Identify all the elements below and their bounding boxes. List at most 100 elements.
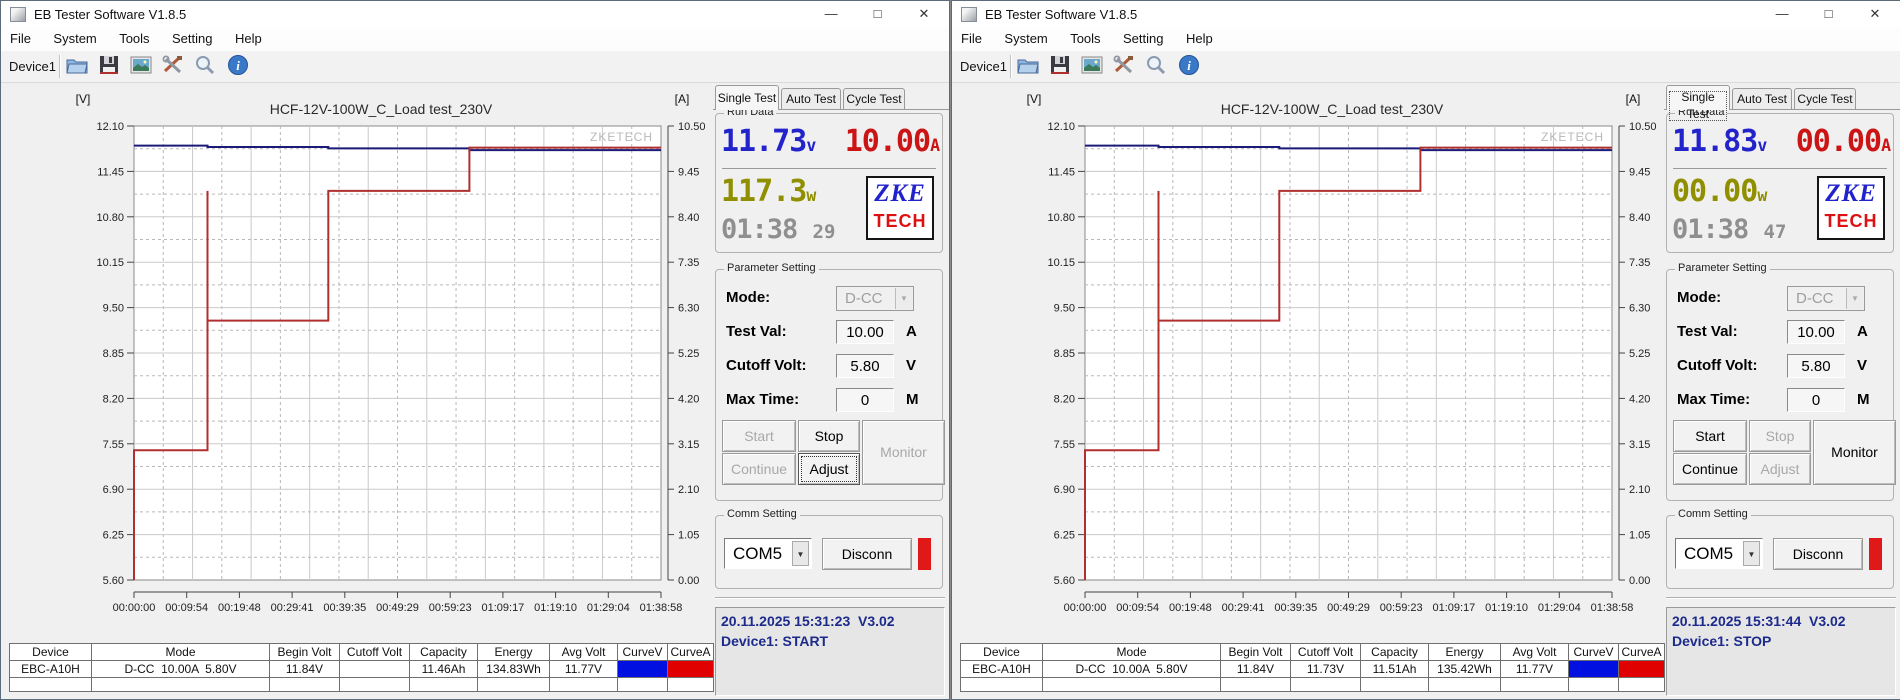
status-line-event: Device1: START bbox=[721, 633, 829, 649]
parameter-setting-group: Parameter Setting Mode: D-CC ▼ Test Val: … bbox=[1666, 262, 1896, 501]
svg-text:4.20: 4.20 bbox=[678, 393, 699, 405]
open-file-icon[interactable] bbox=[1016, 54, 1042, 80]
picture-export-icon[interactable] bbox=[1080, 54, 1106, 80]
stop-button[interactable]: Stop bbox=[798, 420, 860, 452]
toolbar-separator bbox=[1010, 55, 1012, 78]
continue-button[interactable]: Continue bbox=[1673, 453, 1747, 485]
svg-text:9.45: 9.45 bbox=[1629, 166, 1650, 178]
menu-tools[interactable]: Tools bbox=[1061, 27, 1109, 50]
chevron-down-icon[interactable]: ▼ bbox=[895, 288, 912, 309]
test-val-input[interactable]: 10.00 bbox=[1787, 320, 1845, 344]
test-val-input[interactable]: 10.00 bbox=[836, 320, 894, 344]
menu-file[interactable]: File bbox=[952, 27, 991, 50]
save-icon[interactable] bbox=[1048, 54, 1074, 80]
disconnect-button[interactable]: Disconn bbox=[822, 538, 912, 570]
menu-help[interactable]: Help bbox=[1177, 27, 1222, 50]
max-time-input[interactable]: 0 bbox=[1787, 388, 1845, 412]
svg-text:5.25: 5.25 bbox=[1629, 348, 1650, 360]
tab-auto-test[interactable]: Auto Test bbox=[1732, 88, 1792, 109]
max-time-input[interactable]: 0 bbox=[836, 388, 894, 412]
tab-single-test[interactable]: Single Test bbox=[715, 85, 779, 110]
continue-button[interactable]: Continue bbox=[722, 453, 796, 485]
info-icon[interactable]: i bbox=[1178, 54, 1204, 80]
svg-text:10.50: 10.50 bbox=[1629, 121, 1657, 133]
info-icon[interactable]: i bbox=[227, 54, 253, 80]
minimize-button[interactable]: — bbox=[1761, 1, 1803, 27]
mode-label: Mode: bbox=[1677, 289, 1722, 306]
svg-text:HCF-12V-100W_C_Load test_230V: HCF-12V-100W_C_Load test_230V bbox=[270, 101, 493, 117]
close-button[interactable]: ✕ bbox=[1854, 1, 1896, 27]
tools-icon[interactable] bbox=[1112, 54, 1138, 80]
svg-text:1.05: 1.05 bbox=[678, 530, 699, 542]
svg-text:9.45: 9.45 bbox=[678, 166, 699, 178]
menu-file[interactable]: File bbox=[1, 27, 40, 50]
zoom-icon[interactable] bbox=[1144, 54, 1170, 80]
current-display: 10.00A bbox=[844, 124, 940, 159]
save-icon[interactable] bbox=[97, 54, 123, 80]
tab-cycle-test[interactable]: Cycle Test bbox=[843, 88, 905, 109]
svg-text:01:09:17: 01:09:17 bbox=[1432, 602, 1475, 614]
curve-a-swatch bbox=[1618, 660, 1665, 678]
menu-setting[interactable]: Setting bbox=[1114, 27, 1172, 50]
svg-text:00:19:48: 00:19:48 bbox=[1169, 602, 1212, 614]
svg-text:00:19:48: 00:19:48 bbox=[218, 602, 261, 614]
cutoff-volt-label: Cutoff Volt: bbox=[1677, 357, 1758, 374]
svg-text:7.35: 7.35 bbox=[678, 257, 699, 269]
tab-auto-test[interactable]: Auto Test bbox=[781, 88, 841, 109]
device-label: Device1 bbox=[960, 59, 1007, 74]
curve-a-swatch bbox=[667, 660, 714, 678]
svg-text:10.15: 10.15 bbox=[96, 257, 124, 269]
svg-text:6.25: 6.25 bbox=[103, 530, 124, 542]
start-button[interactable]: Start bbox=[722, 420, 796, 452]
minimize-button[interactable]: — bbox=[810, 1, 852, 27]
display-divider bbox=[1673, 168, 1887, 169]
chevron-down-icon[interactable]: ▼ bbox=[1743, 541, 1760, 566]
close-button[interactable]: ✕ bbox=[903, 1, 945, 27]
com-port-select[interactable]: COM5 ▼ bbox=[724, 538, 812, 569]
zoom-icon[interactable] bbox=[193, 54, 219, 80]
menu-tools[interactable]: Tools bbox=[110, 27, 158, 50]
svg-text:01:19:10: 01:19:10 bbox=[1485, 602, 1528, 614]
mode-select[interactable]: D-CC ▼ bbox=[836, 286, 914, 311]
open-file-icon[interactable] bbox=[65, 54, 91, 80]
svg-text:5.60: 5.60 bbox=[1054, 575, 1075, 587]
com-port-select[interactable]: COM5 ▼ bbox=[1675, 538, 1763, 569]
maximize-button[interactable]: □ bbox=[1808, 1, 1850, 27]
tab-single-test[interactable]: Single Test bbox=[1666, 85, 1730, 121]
monitor-button[interactable]: Monitor bbox=[862, 420, 945, 485]
svg-text:01:09:17: 01:09:17 bbox=[481, 602, 524, 614]
table-row: EBC-A10H D-CC 10.00A 5.80V 11.84V 11.46A… bbox=[9, 660, 714, 678]
mode-select[interactable]: D-CC ▼ bbox=[1787, 286, 1865, 311]
maximize-button[interactable]: □ bbox=[857, 1, 899, 27]
tools-icon[interactable] bbox=[161, 54, 187, 80]
device-label: Device1 bbox=[9, 59, 56, 74]
svg-text:2.10: 2.10 bbox=[678, 484, 699, 496]
cutoff-volt-input[interactable]: 5.80 bbox=[836, 354, 894, 378]
svg-text:10.15: 10.15 bbox=[1047, 257, 1075, 269]
svg-text:10.80: 10.80 bbox=[96, 212, 124, 224]
menu-help[interactable]: Help bbox=[226, 27, 271, 50]
disconnect-button[interactable]: Disconn bbox=[1773, 538, 1863, 570]
svg-text:HCF-12V-100W_C_Load test_230V: HCF-12V-100W_C_Load test_230V bbox=[1221, 101, 1444, 117]
stop-button[interactable]: Stop bbox=[1749, 420, 1811, 452]
cutoff-volt-input[interactable]: 5.80 bbox=[1787, 354, 1845, 378]
menu-system[interactable]: System bbox=[995, 27, 1056, 50]
run-data-group: Run Data 11.73v 10.00A 117.3w 01:38 29 Z… bbox=[715, 106, 943, 253]
table-header-row: Device Mode Begin Volt Cutoff Volt Capac… bbox=[960, 643, 1665, 661]
panel-divider bbox=[715, 597, 945, 599]
menu-system[interactable]: System bbox=[44, 27, 105, 50]
chevron-down-icon[interactable]: ▼ bbox=[1846, 288, 1863, 309]
test-val-label: Test Val: bbox=[1677, 323, 1738, 340]
monitor-button[interactable]: Monitor bbox=[1813, 420, 1896, 485]
tab-cycle-test[interactable]: Cycle Test bbox=[1794, 88, 1856, 109]
chevron-down-icon[interactable]: ▼ bbox=[792, 541, 809, 566]
start-button[interactable]: Start bbox=[1673, 420, 1747, 452]
menu-setting[interactable]: Setting bbox=[163, 27, 221, 50]
load-test-chart: HCF-12V-100W_C_Load test_230V [V] [A] 12.10… bbox=[76, 92, 706, 614]
cutoff-volt-unit: V bbox=[1857, 357, 1868, 374]
svg-text:10.50: 10.50 bbox=[678, 121, 706, 133]
adjust-button[interactable]: Adjust bbox=[1749, 453, 1811, 485]
svg-text:3.15: 3.15 bbox=[1629, 439, 1650, 451]
picture-export-icon[interactable] bbox=[129, 54, 155, 80]
adjust-button[interactable]: Adjust bbox=[798, 453, 860, 485]
